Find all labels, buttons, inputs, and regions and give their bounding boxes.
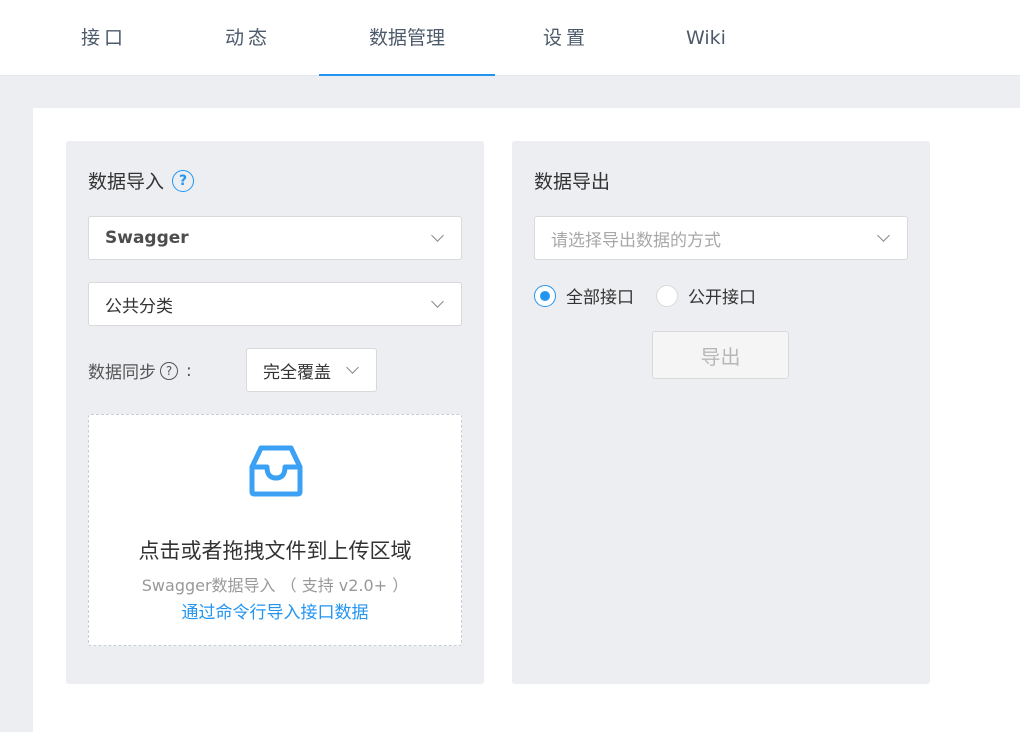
export-button[interactable]: 导出 bbox=[652, 331, 789, 379]
upload-dropzone[interactable]: 点击或者拖拽文件到上传区域 Swagger数据导入 （ 支持 v2.0+ ） 通… bbox=[88, 414, 462, 646]
export-method-placeholder: 请选择导出数据的方式 bbox=[551, 230, 721, 251]
sync-label: 数据同步 ? : bbox=[88, 358, 192, 384]
import-category-select[interactable]: 公共分类 bbox=[88, 282, 462, 326]
upload-title: 点击或者拖拽文件到上传区域 bbox=[138, 539, 412, 563]
import-title: 数据导入 ? bbox=[88, 167, 195, 194]
content-area: 数据导入 ? Swagger 公共分类 数据同步 ? : 完全覆盖 点击或者拖拽… bbox=[33, 108, 1020, 732]
chevron-down-icon bbox=[346, 363, 360, 377]
tab-settings[interactable]: 设置 bbox=[530, 0, 602, 76]
import-title-text: 数据导入 bbox=[88, 171, 165, 193]
radio-all-interfaces[interactable]: 全部接口 bbox=[534, 283, 634, 308]
chevron-down-icon bbox=[431, 231, 445, 245]
tab-data-management[interactable]: 数据管理 bbox=[319, 0, 495, 76]
sync-mode-value: 完全覆盖 bbox=[263, 362, 331, 383]
inbox-icon bbox=[249, 445, 303, 497]
export-scope-radio-group: 全部接口 公开接口 bbox=[534, 283, 778, 308]
chevron-down-icon bbox=[431, 297, 445, 311]
export-panel: 数据导出 请选择导出数据的方式 全部接口 公开接口 导出 bbox=[512, 141, 930, 684]
chevron-down-icon bbox=[877, 231, 891, 245]
sync-label-text: 数据同步 bbox=[88, 363, 156, 383]
radio-public-interfaces[interactable]: 公开接口 bbox=[656, 283, 756, 308]
cli-import-link[interactable]: 通过命令行导入接口数据 bbox=[89, 598, 461, 623]
import-format-select[interactable]: Swagger bbox=[88, 216, 462, 260]
import-category-value: 公共分类 bbox=[105, 296, 173, 317]
radio-dot bbox=[656, 284, 678, 307]
question-circle-icon[interactable]: ? bbox=[172, 169, 195, 192]
export-title-text: 数据导出 bbox=[534, 171, 611, 193]
top-navigation: 接口 动态 数据管理 设置 Wiki bbox=[0, 0, 1020, 76]
active-tab-indicator bbox=[319, 74, 495, 76]
radio-all-label: 全部接口 bbox=[566, 288, 634, 308]
export-title: 数据导出 bbox=[534, 167, 610, 194]
tab-activity[interactable]: 动态 bbox=[212, 0, 284, 76]
radio-public-label: 公开接口 bbox=[688, 288, 756, 308]
sync-label-colon: : bbox=[186, 360, 192, 381]
tab-wiki[interactable]: Wiki bbox=[670, 0, 742, 76]
sync-mode-select[interactable]: 完全覆盖 bbox=[246, 348, 377, 392]
import-panel: 数据导入 ? Swagger 公共分类 数据同步 ? : 完全覆盖 点击或者拖拽… bbox=[66, 141, 484, 684]
radio-dot bbox=[534, 284, 556, 307]
upload-hint: Swagger数据导入 （ 支持 v2.0+ ） bbox=[141, 576, 409, 595]
export-method-select[interactable]: 请选择导出数据的方式 bbox=[534, 216, 908, 260]
question-circle-icon[interactable]: ? bbox=[160, 361, 178, 380]
import-format-value: Swagger bbox=[105, 228, 189, 248]
tab-interface[interactable]: 接口 bbox=[68, 0, 140, 76]
